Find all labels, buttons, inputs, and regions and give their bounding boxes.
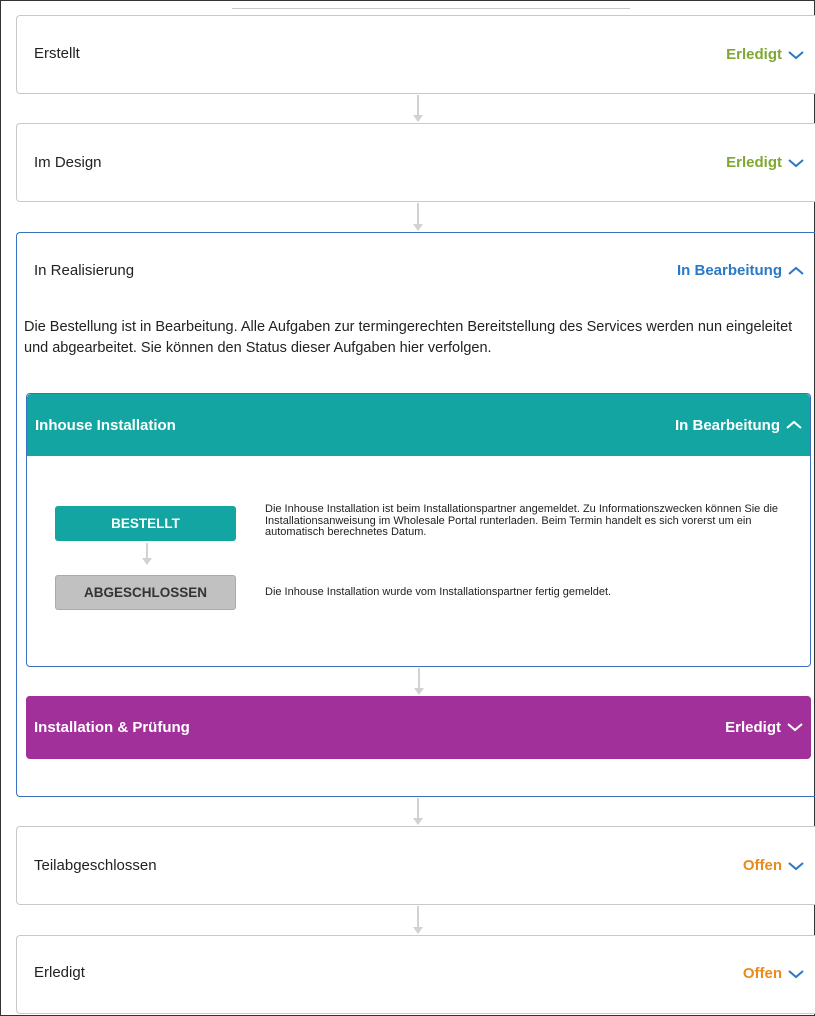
subtask-installation-test[interactable]: Installation & Prüfung Erledigt: [26, 696, 811, 759]
chevron-down-icon[interactable]: [788, 861, 804, 871]
status-text: In Bearbeitung: [676, 262, 782, 279]
chevron-down-icon[interactable]: [788, 158, 804, 168]
arrow-down-icon: [412, 203, 424, 231]
subtask-inhouse: Inhouse Installation In Bearbeitung BEST…: [26, 393, 811, 667]
step-realization-label: In Realisierung: [34, 262, 135, 279]
chevron-down-icon[interactable]: [788, 969, 804, 979]
step-realization: In Realisierung In Bearbeitung Die Beste…: [16, 232, 815, 797]
status-text: Offen: [742, 857, 782, 874]
status-text: In Bearbeitung: [674, 416, 780, 434]
arrow-down-icon: [141, 543, 153, 565]
step-done[interactable]: Erledigt Offen: [16, 935, 815, 1014]
step-partial-status[interactable]: Offen: [743, 857, 804, 874]
step-created-label: Erstellt: [34, 45, 80, 62]
step-design-status[interactable]: Erledigt: [726, 154, 804, 171]
subtask-installation-test-status[interactable]: Erledigt: [725, 719, 803, 736]
step-done-status[interactable]: Offen: [743, 965, 804, 982]
stage-completed-badge: ABGESCHLOSSEN: [55, 575, 236, 610]
top-divider: [232, 0, 630, 9]
status-text: Erledigt: [725, 718, 781, 736]
stage-ordered-text: Die Inhouse Installation ist beim Instal…: [265, 503, 779, 538]
status-text: Erledigt: [726, 154, 782, 171]
status-text: Offen: [742, 965, 782, 982]
step-created-status[interactable]: Erledigt: [726, 46, 804, 63]
step-created[interactable]: Erstellt Erledigt: [16, 15, 815, 94]
chevron-down-icon[interactable]: [788, 50, 804, 60]
subtask-inhouse-label: Inhouse Installation: [35, 416, 176, 434]
step-realization-description: Die Bestellung ist in Bearbeitung. Alle …: [24, 319, 793, 356]
step-realization-status[interactable]: In Bearbeitung: [677, 262, 804, 279]
step-done-label: Erledigt: [34, 964, 85, 981]
arrow-down-icon: [413, 668, 425, 695]
chevron-up-icon[interactable]: [788, 266, 804, 276]
subtask-installation-test-label: Installation & Prüfung: [34, 718, 190, 736]
stage-completed-text: Die Inhouse Installation wurde vom Insta…: [265, 586, 612, 598]
step-partial[interactable]: Teilabgeschlossen Offen: [16, 826, 815, 905]
chevron-up-icon[interactable]: [786, 420, 802, 430]
stage-ordered-badge: BESTELLT: [55, 506, 236, 541]
arrow-down-icon: [412, 906, 424, 934]
subtask-installation-test-header[interactable]: Installation & Prüfung Erledigt: [26, 696, 811, 758]
subtask-inhouse-status[interactable]: In Bearbeitung: [675, 417, 802, 434]
arrow-down-icon: [412, 95, 424, 122]
chevron-down-icon[interactable]: [787, 722, 803, 732]
arrow-down-icon: [412, 798, 424, 825]
step-design-label: Im Design: [34, 154, 102, 171]
subtask-inhouse-header[interactable]: Inhouse Installation In Bearbeitung: [27, 394, 810, 456]
step-partial-label: Teilabgeschlossen: [34, 857, 157, 874]
step-design[interactable]: Im Design Erledigt: [16, 123, 815, 202]
status-text: Erledigt: [726, 46, 782, 63]
